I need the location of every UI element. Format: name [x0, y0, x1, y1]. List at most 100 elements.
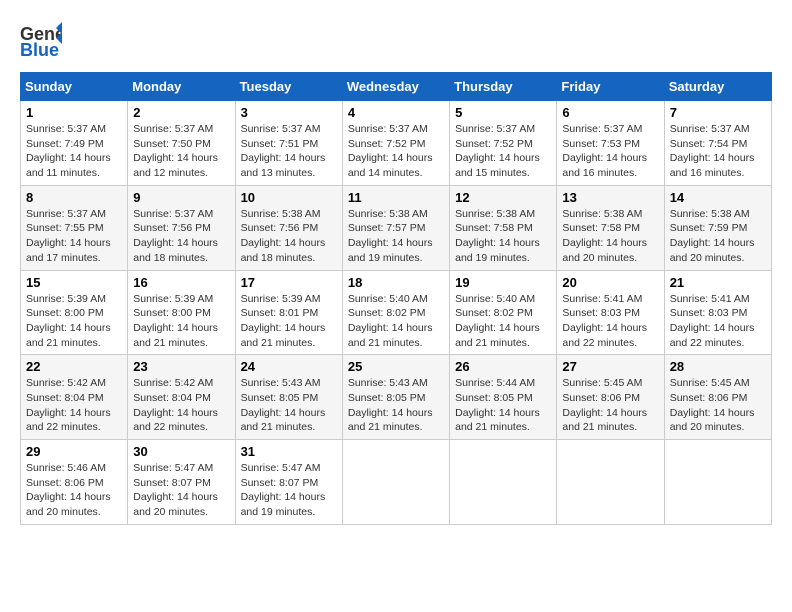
weekday-header-tuesday: Tuesday — [235, 73, 342, 101]
day-info: Sunrise: 5:37 AM Sunset: 7:51 PM Dayligh… — [241, 122, 337, 181]
calendar-cell: 6 Sunrise: 5:37 AM Sunset: 7:53 PM Dayli… — [557, 101, 664, 186]
day-number: 9 — [133, 190, 229, 205]
day-info: Sunrise: 5:41 AM Sunset: 8:03 PM Dayligh… — [670, 292, 766, 351]
calendar-cell: 20 Sunrise: 5:41 AM Sunset: 8:03 PM Dayl… — [557, 270, 664, 355]
day-info: Sunrise: 5:40 AM Sunset: 8:02 PM Dayligh… — [455, 292, 551, 351]
calendar-week-4: 22 Sunrise: 5:42 AM Sunset: 8:04 PM Dayl… — [21, 355, 772, 440]
day-number: 10 — [241, 190, 337, 205]
day-info: Sunrise: 5:37 AM Sunset: 7:50 PM Dayligh… — [133, 122, 229, 181]
calendar-cell: 17 Sunrise: 5:39 AM Sunset: 8:01 PM Dayl… — [235, 270, 342, 355]
calendar-cell: 18 Sunrise: 5:40 AM Sunset: 8:02 PM Dayl… — [342, 270, 449, 355]
day-info: Sunrise: 5:45 AM Sunset: 8:06 PM Dayligh… — [670, 376, 766, 435]
day-info: Sunrise: 5:43 AM Sunset: 8:05 PM Dayligh… — [241, 376, 337, 435]
day-info: Sunrise: 5:38 AM Sunset: 7:59 PM Dayligh… — [670, 207, 766, 266]
day-number: 16 — [133, 275, 229, 290]
day-info: Sunrise: 5:38 AM Sunset: 7:56 PM Dayligh… — [241, 207, 337, 266]
day-info: Sunrise: 5:37 AM Sunset: 7:56 PM Dayligh… — [133, 207, 229, 266]
day-number: 26 — [455, 359, 551, 374]
weekday-header-thursday: Thursday — [450, 73, 557, 101]
day-info: Sunrise: 5:44 AM Sunset: 8:05 PM Dayligh… — [455, 376, 551, 435]
day-info: Sunrise: 5:38 AM Sunset: 7:58 PM Dayligh… — [562, 207, 658, 266]
day-number: 31 — [241, 444, 337, 459]
day-number: 18 — [348, 275, 444, 290]
svg-text:Blue: Blue — [20, 40, 59, 60]
day-number: 24 — [241, 359, 337, 374]
day-info: Sunrise: 5:40 AM Sunset: 8:02 PM Dayligh… — [348, 292, 444, 351]
day-info: Sunrise: 5:37 AM Sunset: 7:53 PM Dayligh… — [562, 122, 658, 181]
day-info: Sunrise: 5:47 AM Sunset: 8:07 PM Dayligh… — [133, 461, 229, 520]
calendar-cell: 22 Sunrise: 5:42 AM Sunset: 8:04 PM Dayl… — [21, 355, 128, 440]
logo-icon: General Blue — [20, 20, 62, 62]
calendar-cell: 29 Sunrise: 5:46 AM Sunset: 8:06 PM Dayl… — [21, 440, 128, 525]
day-number: 25 — [348, 359, 444, 374]
calendar-week-5: 29 Sunrise: 5:46 AM Sunset: 8:06 PM Dayl… — [21, 440, 772, 525]
calendar-cell: 25 Sunrise: 5:43 AM Sunset: 8:05 PM Dayl… — [342, 355, 449, 440]
calendar-cell: 7 Sunrise: 5:37 AM Sunset: 7:54 PM Dayli… — [664, 101, 771, 186]
calendar-table: SundayMondayTuesdayWednesdayThursdayFrid… — [20, 72, 772, 525]
day-number: 30 — [133, 444, 229, 459]
day-number: 15 — [26, 275, 122, 290]
day-info: Sunrise: 5:45 AM Sunset: 8:06 PM Dayligh… — [562, 376, 658, 435]
day-number: 29 — [26, 444, 122, 459]
day-number: 23 — [133, 359, 229, 374]
calendar-cell: 15 Sunrise: 5:39 AM Sunset: 8:00 PM Dayl… — [21, 270, 128, 355]
day-number: 8 — [26, 190, 122, 205]
calendar-cell — [450, 440, 557, 525]
day-number: 11 — [348, 190, 444, 205]
calendar-cell: 9 Sunrise: 5:37 AM Sunset: 7:56 PM Dayli… — [128, 185, 235, 270]
day-info: Sunrise: 5:39 AM Sunset: 8:00 PM Dayligh… — [133, 292, 229, 351]
day-info: Sunrise: 5:43 AM Sunset: 8:05 PM Dayligh… — [348, 376, 444, 435]
day-number: 12 — [455, 190, 551, 205]
calendar-week-3: 15 Sunrise: 5:39 AM Sunset: 8:00 PM Dayl… — [21, 270, 772, 355]
day-number: 1 — [26, 105, 122, 120]
calendar-cell: 21 Sunrise: 5:41 AM Sunset: 8:03 PM Dayl… — [664, 270, 771, 355]
calendar-week-1: 1 Sunrise: 5:37 AM Sunset: 7:49 PM Dayli… — [21, 101, 772, 186]
calendar-cell: 5 Sunrise: 5:37 AM Sunset: 7:52 PM Dayli… — [450, 101, 557, 186]
day-number: 27 — [562, 359, 658, 374]
day-info: Sunrise: 5:46 AM Sunset: 8:06 PM Dayligh… — [26, 461, 122, 520]
calendar-cell: 12 Sunrise: 5:38 AM Sunset: 7:58 PM Dayl… — [450, 185, 557, 270]
calendar-cell: 27 Sunrise: 5:45 AM Sunset: 8:06 PM Dayl… — [557, 355, 664, 440]
weekday-header-wednesday: Wednesday — [342, 73, 449, 101]
day-number: 5 — [455, 105, 551, 120]
calendar-cell: 13 Sunrise: 5:38 AM Sunset: 7:58 PM Dayl… — [557, 185, 664, 270]
calendar-cell: 30 Sunrise: 5:47 AM Sunset: 8:07 PM Dayl… — [128, 440, 235, 525]
day-info: Sunrise: 5:37 AM Sunset: 7:55 PM Dayligh… — [26, 207, 122, 266]
calendar-cell: 11 Sunrise: 5:38 AM Sunset: 7:57 PM Dayl… — [342, 185, 449, 270]
day-number: 17 — [241, 275, 337, 290]
day-number: 3 — [241, 105, 337, 120]
calendar-cell: 2 Sunrise: 5:37 AM Sunset: 7:50 PM Dayli… — [128, 101, 235, 186]
weekday-header-monday: Monday — [128, 73, 235, 101]
calendar-cell: 23 Sunrise: 5:42 AM Sunset: 8:04 PM Dayl… — [128, 355, 235, 440]
day-info: Sunrise: 5:42 AM Sunset: 8:04 PM Dayligh… — [133, 376, 229, 435]
calendar-cell: 8 Sunrise: 5:37 AM Sunset: 7:55 PM Dayli… — [21, 185, 128, 270]
day-info: Sunrise: 5:47 AM Sunset: 8:07 PM Dayligh… — [241, 461, 337, 520]
day-info: Sunrise: 5:38 AM Sunset: 7:57 PM Dayligh… — [348, 207, 444, 266]
logo: General Blue — [20, 20, 62, 62]
day-number: 22 — [26, 359, 122, 374]
weekday-header-sunday: Sunday — [21, 73, 128, 101]
calendar-cell: 1 Sunrise: 5:37 AM Sunset: 7:49 PM Dayli… — [21, 101, 128, 186]
day-info: Sunrise: 5:39 AM Sunset: 8:00 PM Dayligh… — [26, 292, 122, 351]
day-info: Sunrise: 5:41 AM Sunset: 8:03 PM Dayligh… — [562, 292, 658, 351]
day-info: Sunrise: 5:37 AM Sunset: 7:52 PM Dayligh… — [348, 122, 444, 181]
weekday-header-saturday: Saturday — [664, 73, 771, 101]
page-header: General Blue — [20, 20, 772, 62]
day-info: Sunrise: 5:37 AM Sunset: 7:54 PM Dayligh… — [670, 122, 766, 181]
day-number: 2 — [133, 105, 229, 120]
calendar-cell: 19 Sunrise: 5:40 AM Sunset: 8:02 PM Dayl… — [450, 270, 557, 355]
calendar-cell: 16 Sunrise: 5:39 AM Sunset: 8:00 PM Dayl… — [128, 270, 235, 355]
day-number: 14 — [670, 190, 766, 205]
day-info: Sunrise: 5:37 AM Sunset: 7:52 PM Dayligh… — [455, 122, 551, 181]
day-number: 21 — [670, 275, 766, 290]
day-number: 28 — [670, 359, 766, 374]
day-info: Sunrise: 5:38 AM Sunset: 7:58 PM Dayligh… — [455, 207, 551, 266]
day-number: 13 — [562, 190, 658, 205]
calendar-cell: 24 Sunrise: 5:43 AM Sunset: 8:05 PM Dayl… — [235, 355, 342, 440]
day-number: 19 — [455, 275, 551, 290]
calendar-cell — [664, 440, 771, 525]
day-info: Sunrise: 5:42 AM Sunset: 8:04 PM Dayligh… — [26, 376, 122, 435]
day-info: Sunrise: 5:37 AM Sunset: 7:49 PM Dayligh… — [26, 122, 122, 181]
calendar-header-row: SundayMondayTuesdayWednesdayThursdayFrid… — [21, 73, 772, 101]
day-info: Sunrise: 5:39 AM Sunset: 8:01 PM Dayligh… — [241, 292, 337, 351]
